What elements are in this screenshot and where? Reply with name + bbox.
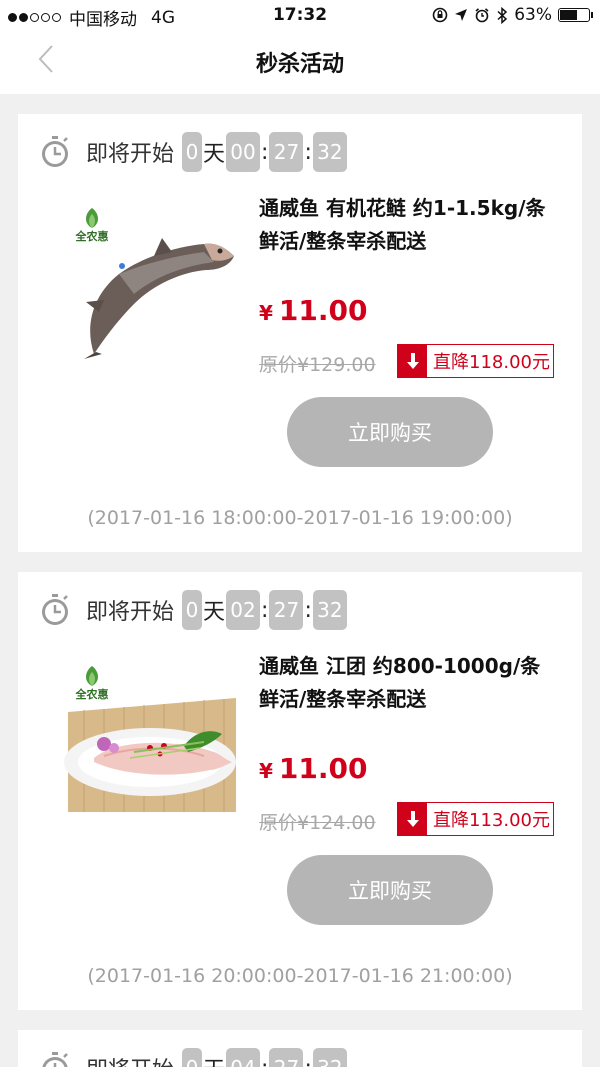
price-value: 11.00 — [278, 752, 368, 785]
brand-logo-icon: 全农惠 — [75, 666, 109, 701]
colon-separator: : — [304, 597, 312, 623]
currency-symbol: ¥ — [259, 301, 273, 325]
countdown-day-unit: 天 — [203, 600, 226, 625]
battery-level — [560, 10, 577, 20]
colon-separator: : — [261, 597, 269, 623]
product-image[interactable]: 全农惠 — [64, 662, 236, 817]
brand-logo-text: 全农惠 — [75, 229, 109, 243]
countdown-label: 即将开始 — [86, 600, 175, 625]
product-image[interactable]: 全农惠 — [64, 204, 236, 359]
bluetooth-icon — [497, 6, 508, 24]
down-arrow-icon — [398, 345, 427, 377]
countdown-hours: 04 — [226, 1048, 261, 1067]
countdown-row: 即将开始 0 天 04 : 27 : 32 — [38, 1046, 347, 1067]
status-bar: 中国移动 4G 17:32 63% — [0, 0, 600, 30]
price-drop-badge: 直降118.00元 — [397, 344, 554, 378]
down-arrow-icon — [398, 803, 427, 835]
countdown-day-unit: 天 — [203, 142, 226, 167]
buy-now-button[interactable]: 立即购买 — [287, 855, 493, 925]
brand-logo-text: 全农惠 — [75, 687, 109, 701]
colon-separator: : — [304, 139, 312, 165]
countdown-seconds: 32 — [312, 590, 347, 630]
currency-symbol: ¥ — [259, 759, 273, 783]
countdown-days: 0 — [182, 590, 203, 630]
rotation-lock-icon — [432, 7, 448, 23]
product-title[interactable]: 通威鱼 江团 约800-1000g/条 鲜活/整条宰杀配送 — [259, 650, 549, 716]
status-right: 63% — [432, 5, 593, 25]
stopwatch-icon — [42, 1052, 68, 1067]
battery-percentage: 63% — [514, 5, 552, 25]
original-price: 原价¥124.00 — [259, 812, 376, 834]
stopwatch-icon — [42, 594, 68, 625]
brand-logo-icon: 全农惠 — [75, 208, 109, 243]
flash-sale-card: 即将开始 0 天 04 : 27 : 32 — [18, 1030, 582, 1067]
product-title[interactable]: 通威鱼 有机花鲢 约1-1.5kg/条 鲜活/整条宰杀配送 — [259, 192, 549, 258]
navigation-bar: 秒杀活动 — [0, 30, 600, 94]
countdown-label: 即将开始 — [86, 142, 175, 167]
page-title: 秒杀活动 — [255, 52, 344, 77]
colon-separator: : — [261, 139, 269, 165]
sale-period: (2017-01-16 20:00:00-2017-01-16 21:00:00… — [87, 965, 513, 987]
fish-image: 全农惠 — [75, 208, 234, 359]
sale-price: ¥11.00 — [259, 294, 368, 327]
sale-price: ¥11.00 — [259, 752, 368, 785]
location-arrow-icon — [455, 9, 468, 21]
price-drop-text: 直降113.00元 — [433, 810, 550, 831]
original-price: 原价¥129.00 — [259, 354, 376, 376]
countdown-row: 即将开始 0 天 02 : 27 : 32 — [38, 588, 347, 632]
price-drop-text: 直降118.00元 — [433, 352, 550, 373]
countdown-row: 即将开始 0 天 00 : 27 : 32 — [38, 130, 347, 174]
countdown-days: 0 — [182, 132, 203, 172]
flash-sale-card: 即将开始 0 天 02 : 27 : 32 全农惠 通威鱼 江团 约800-10… — [18, 572, 582, 1010]
flash-sale-card: 即将开始 0 天 00 : 27 : 32 全农惠 通威鱼 有机花鲢 约1-1.… — [18, 114, 582, 552]
steamed-fish-image: 全农惠 — [64, 666, 236, 812]
countdown-minutes: 27 — [269, 590, 304, 630]
countdown-day-unit: 天 — [203, 1052, 225, 1067]
countdown-seconds: 32 — [312, 1048, 347, 1067]
battery-icon — [558, 8, 593, 22]
price-drop-badge: 直降113.00元 — [397, 802, 554, 836]
colon-separator: : — [304, 1056, 311, 1067]
stopwatch-icon — [42, 136, 68, 167]
price-value: 11.00 — [278, 294, 368, 327]
countdown-minutes: 27 — [269, 132, 304, 172]
countdown-minutes: 27 — [269, 1048, 304, 1067]
countdown-seconds: 32 — [312, 132, 347, 172]
countdown-label: 即将开始 — [86, 1052, 174, 1067]
buy-now-button[interactable]: 立即购买 — [287, 397, 493, 467]
sale-period: (2017-01-16 18:00:00-2017-01-16 19:00:00… — [87, 507, 513, 529]
alarm-icon — [475, 8, 489, 23]
countdown-days: 0 — [182, 1048, 203, 1067]
colon-separator: : — [261, 1056, 268, 1067]
countdown-hours: 00 — [226, 132, 261, 172]
countdown-hours: 02 — [226, 590, 261, 630]
